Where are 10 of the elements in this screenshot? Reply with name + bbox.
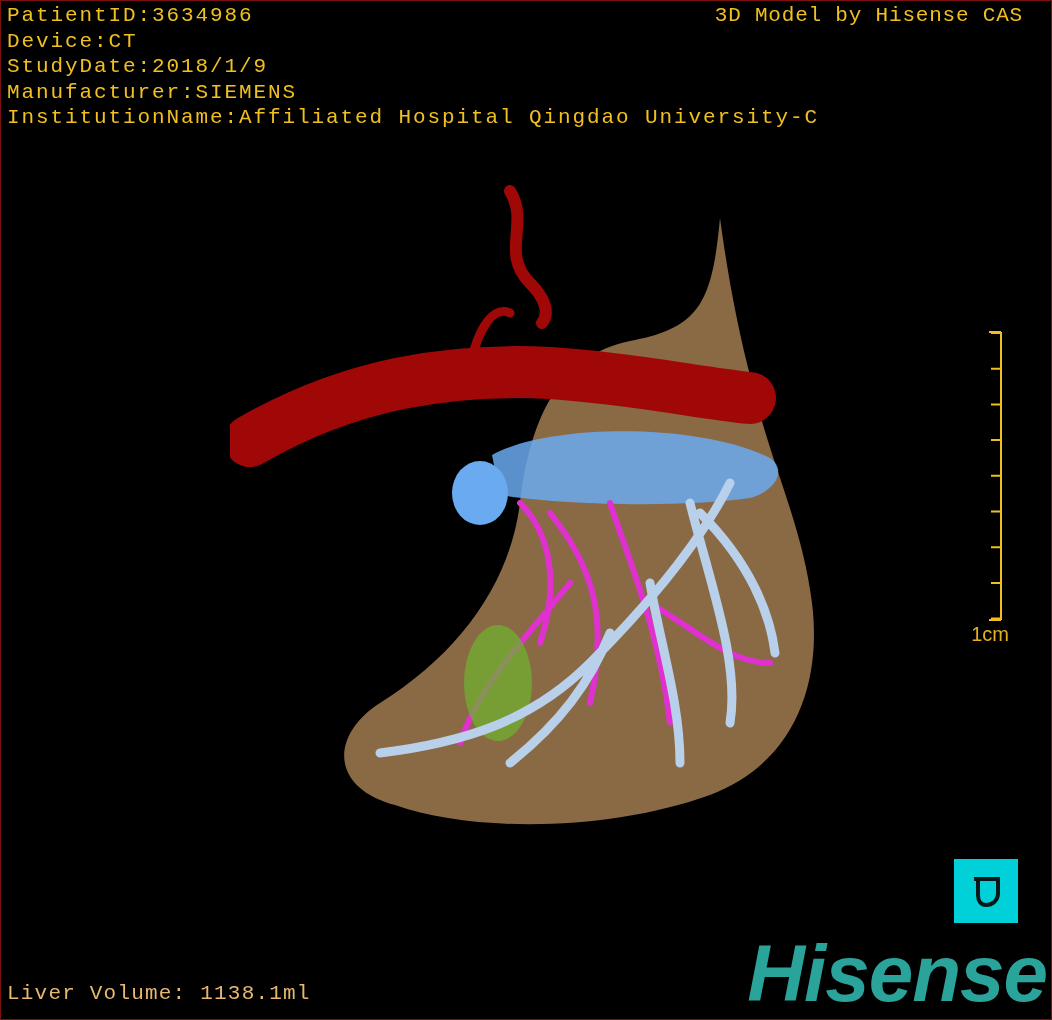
info-text: Manufacturer:SIEMENS [7,79,298,105]
model-title: 3D Model by Hisense CAS [714,3,1024,29]
liver-volume-text: Liver Volume: 1138.1ml [6,982,311,1007]
brand-logo: Hisense [747,935,1048,1013]
logo-icon [954,859,1018,923]
info-text: StudyDate:2018/1/9 [7,54,269,80]
info-text: InstitutionName:Affiliated Hospital Qingdao University-C [7,105,820,131]
info-text: PatientID:3634986 [7,3,254,29]
info-text: Device:CT [7,28,138,54]
scale-label: 1cm [971,622,1009,646]
